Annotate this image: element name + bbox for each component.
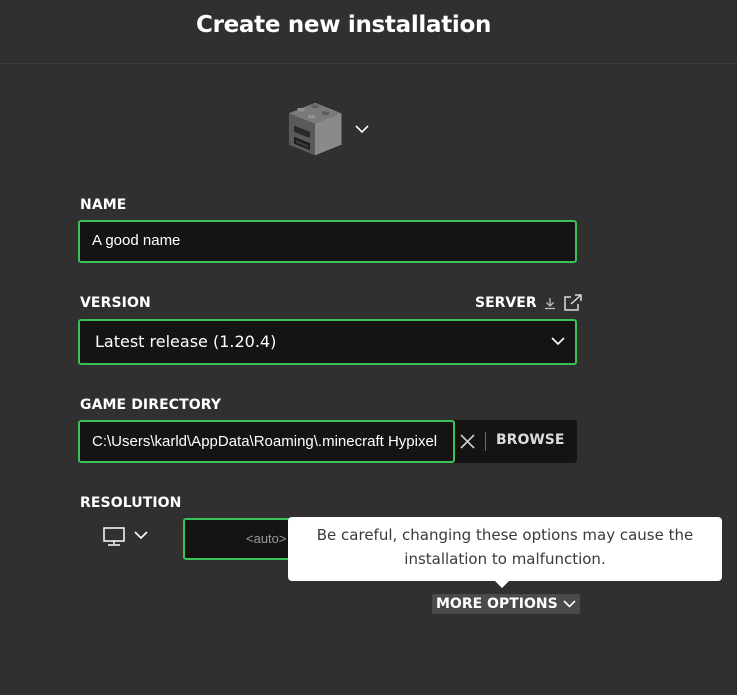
game-directory-input[interactable]: C:\Users\karld\AppData\Roaming\.minecraf… xyxy=(78,420,455,463)
divider xyxy=(485,432,486,451)
chevron-down-icon[interactable] xyxy=(134,531,148,540)
warning-tooltip: Be careful, changing these options may c… xyxy=(288,517,722,588)
header: Create new installation xyxy=(0,0,737,64)
tooltip-pointer xyxy=(494,580,510,588)
tooltip-line-2: installation to malfunction. xyxy=(404,550,606,568)
external-link-icon[interactable] xyxy=(563,294,583,312)
more-options-label: MORE OPTIONS xyxy=(436,596,558,612)
name-input[interactable]: A good name xyxy=(78,220,577,263)
chevron-down-icon xyxy=(551,337,565,346)
version-select[interactable]: Latest release (1.20.4) xyxy=(78,319,577,365)
name-label: NAME xyxy=(80,197,127,213)
furnace-icon xyxy=(288,102,342,156)
version-selected-value: Latest release (1.20.4) xyxy=(95,332,277,351)
clear-icon[interactable] xyxy=(459,433,476,450)
tooltip-line-1: Be careful, changing these options may c… xyxy=(316,526,694,544)
chevron-down-icon xyxy=(355,124,369,133)
version-label: VERSION xyxy=(80,295,151,311)
server-label: SERVER xyxy=(475,295,537,311)
chevron-down-icon xyxy=(563,600,576,608)
download-icon xyxy=(544,298,555,310)
monitor-icon[interactable] xyxy=(103,527,125,547)
game-directory-label: GAME DIRECTORY xyxy=(80,397,222,413)
installation-icon-picker[interactable] xyxy=(287,100,377,158)
more-options-button[interactable]: MORE OPTIONS xyxy=(432,594,580,614)
page-title: Create new installation xyxy=(196,12,492,38)
resolution-label: RESOLUTION xyxy=(80,495,182,511)
browse-button[interactable]: BROWSE xyxy=(496,432,564,448)
game-directory-group: C:\Users\karld\AppData\Roaming\.minecraf… xyxy=(78,420,577,463)
server-download-link[interactable]: SERVER xyxy=(475,294,583,312)
